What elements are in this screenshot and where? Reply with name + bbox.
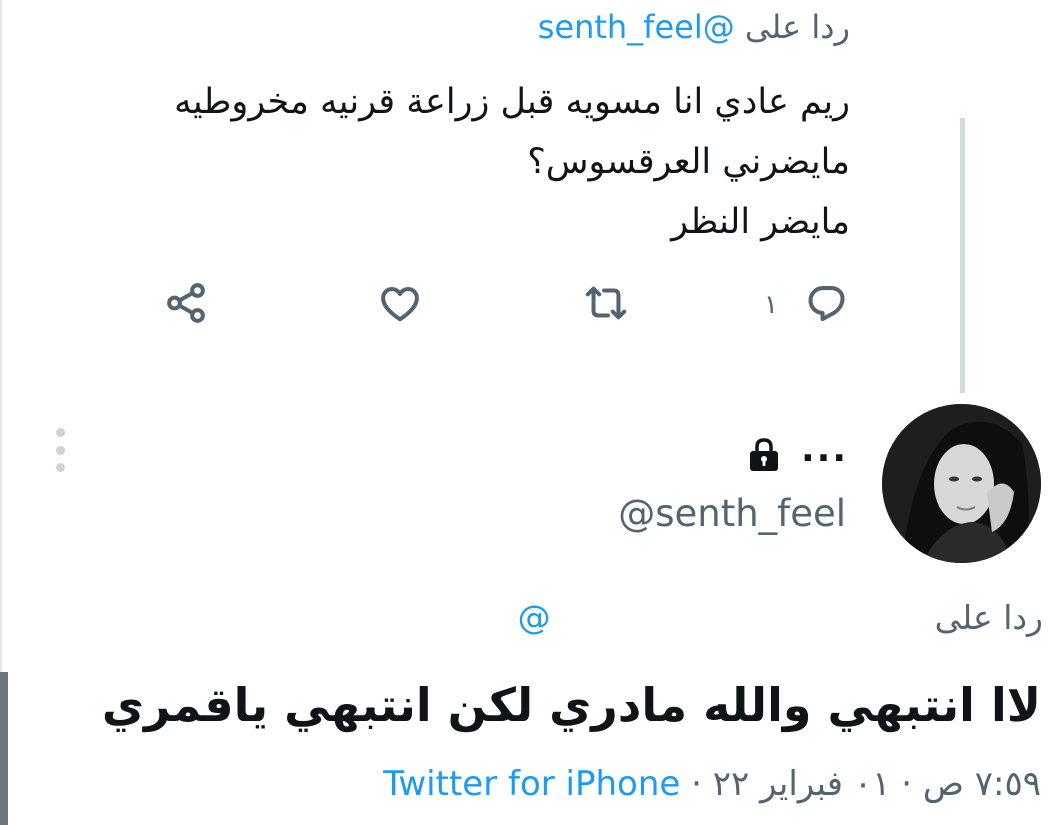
like-button[interactable] <box>377 280 423 330</box>
share-button[interactable] <box>163 280 209 330</box>
more-options-icon[interactable] <box>52 428 68 472</box>
author-row: ... <box>747 430 848 480</box>
thread-line <box>960 118 965 393</box>
tweet-date: ٠١ فبراير ٢٢ <box>712 764 891 804</box>
reply-button[interactable]: ١ <box>764 280 850 330</box>
like-icon <box>377 280 423 330</box>
meta-separator: · <box>691 764 702 804</box>
tweet-line: مايضرني العرقسوس؟ <box>527 142 850 182</box>
tweet-line: مايضر النظر <box>671 202 850 242</box>
replying-prefix: ردا على <box>934 598 1043 637</box>
retweet-icon <box>583 280 629 330</box>
reply-icon <box>804 280 850 330</box>
tweet-source-link[interactable]: Twitter for iPhone <box>383 764 680 804</box>
replying-to: ردا على @senth_feel <box>538 8 850 46</box>
replying-handle-link[interactable]: @senth_feel <box>538 8 735 46</box>
tweet-meta: ٧:٥٩ ص · ٠١ فبراير ٢٢ · Twitter for iPho… <box>383 764 1041 804</box>
lock-icon <box>747 437 781 473</box>
main-tweet-text: لاا انتبهي والله مادري لكن انتبهي ياقمري <box>101 678 1041 732</box>
reply-count: ١ <box>764 290 778 320</box>
meta-separator: · <box>901 764 913 804</box>
retweet-button[interactable] <box>583 280 629 330</box>
share-icon <box>163 280 209 330</box>
replying-to: ردا على @ <box>518 598 1043 637</box>
tweet-line: ريم عادي انا مسويه قبل زراعة قرنيه مخروط… <box>174 82 850 122</box>
avatar[interactable] <box>882 404 1041 563</box>
replying-handle-link[interactable]: @ <box>518 598 551 637</box>
tweet-time: ٧:٥٩ ص <box>922 764 1041 804</box>
replying-prefix: ردا على <box>744 8 850 46</box>
display-name-dots: ... <box>800 429 848 470</box>
scroll-indicator <box>0 672 8 825</box>
parent-tweet-text: ريم عادي انا مسويه قبل زراعة قرنيه مخروط… <box>90 72 850 252</box>
author-handle[interactable]: @senth_feel <box>618 492 846 535</box>
